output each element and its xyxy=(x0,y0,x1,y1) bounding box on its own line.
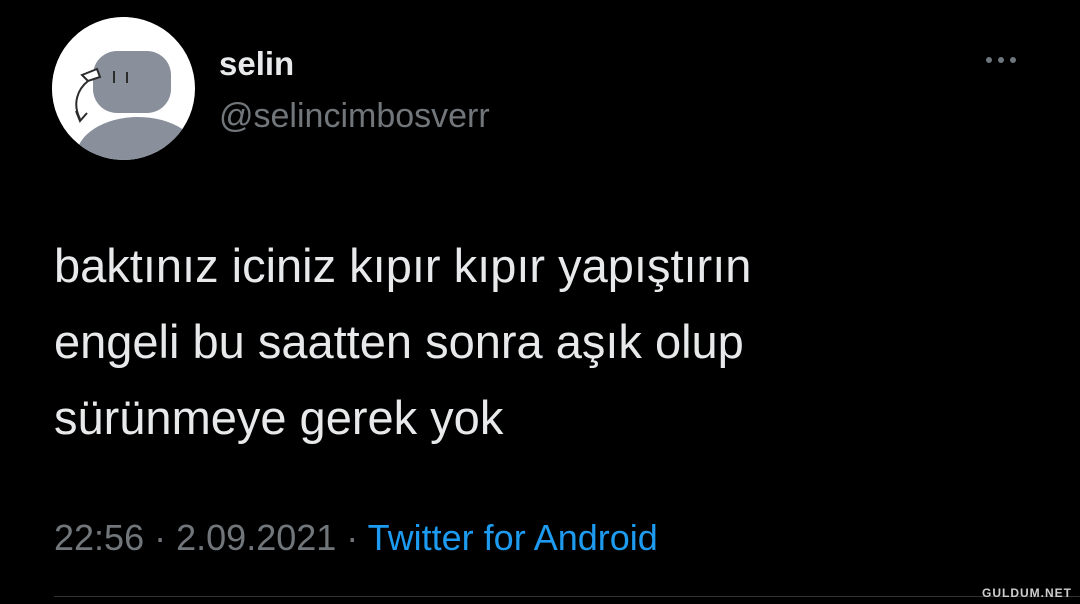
tweet-text-line: sürünmeye gerek yok xyxy=(54,391,504,444)
more-horizontal-icon xyxy=(998,57,1004,63)
meta-separator: · xyxy=(154,517,167,558)
avatar[interactable] xyxy=(52,17,195,160)
display-name[interactable]: selin xyxy=(219,44,294,84)
watermark: GULDUM.NET xyxy=(982,586,1072,600)
divider xyxy=(54,596,1080,597)
more-horizontal-icon xyxy=(1010,57,1016,63)
tweet-meta: 22:56 · 2.09.2021 · Twitter for Android xyxy=(54,516,658,560)
avatar-drawing-icon xyxy=(52,17,195,160)
more-horizontal-icon xyxy=(986,57,992,63)
tweet-text: baktınız iciniz kıpır kıpır yapıştırın e… xyxy=(54,228,954,456)
tweet-text-line: baktınız iciniz kıpır kıpır yapıştırın xyxy=(54,239,752,292)
more-options-button[interactable] xyxy=(980,48,1028,72)
tweet-date[interactable]: 2.09.2021 xyxy=(176,517,336,558)
tweet-time[interactable]: 22:56 xyxy=(54,517,144,558)
tweet-text-line: engeli bu saatten sonra aşık olup xyxy=(54,315,744,368)
user-handle[interactable]: @selincimbosverr xyxy=(219,95,490,137)
meta-separator: · xyxy=(346,517,359,558)
tweet-source-link[interactable]: Twitter for Android xyxy=(368,517,658,558)
